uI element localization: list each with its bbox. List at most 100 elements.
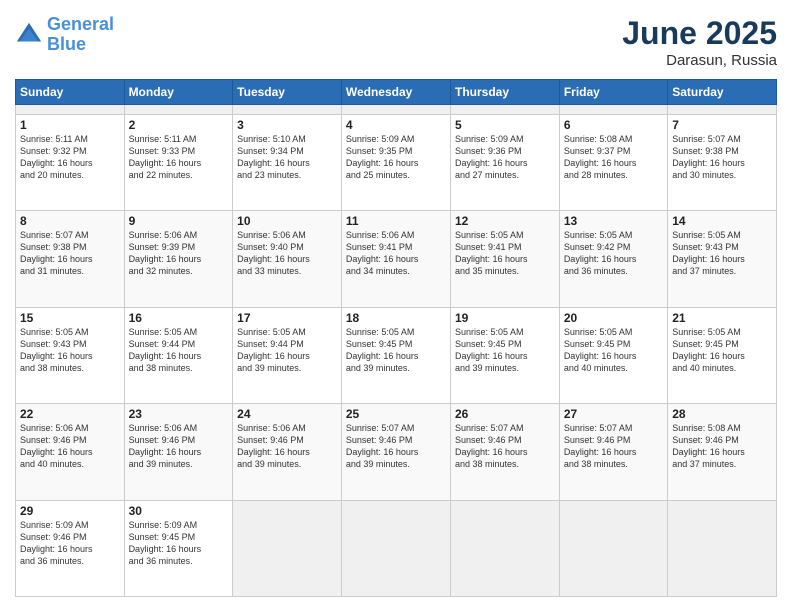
logo-text: General Blue [47, 15, 114, 55]
day-number: 15 [20, 311, 120, 325]
day-number: 10 [237, 214, 337, 228]
day-info: Sunrise: 5:06 AM Sunset: 9:40 PM Dayligh… [237, 229, 337, 278]
calendar-day-cell: 30Sunrise: 5:09 AM Sunset: 9:45 PM Dayli… [124, 500, 233, 597]
calendar-day-cell [233, 105, 342, 115]
calendar-day-cell [450, 105, 559, 115]
calendar-day-cell: 24Sunrise: 5:06 AM Sunset: 9:46 PM Dayli… [233, 404, 342, 500]
calendar-day-cell: 1Sunrise: 5:11 AM Sunset: 9:32 PM Daylig… [16, 114, 125, 210]
logo-line1: General [47, 14, 114, 34]
calendar: SundayMondayTuesdayWednesdayThursdayFrid… [15, 79, 777, 597]
calendar-day-cell [233, 500, 342, 597]
day-number: 6 [564, 118, 663, 132]
calendar-day-cell: 25Sunrise: 5:07 AM Sunset: 9:46 PM Dayli… [341, 404, 450, 500]
day-number: 7 [672, 118, 772, 132]
calendar-day-cell: 10Sunrise: 5:06 AM Sunset: 9:40 PM Dayli… [233, 211, 342, 307]
day-info: Sunrise: 5:07 AM Sunset: 9:46 PM Dayligh… [346, 422, 446, 471]
day-info: Sunrise: 5:11 AM Sunset: 9:32 PM Dayligh… [20, 133, 120, 182]
day-info: Sunrise: 5:09 AM Sunset: 9:46 PM Dayligh… [20, 519, 120, 568]
day-info: Sunrise: 5:05 AM Sunset: 9:45 PM Dayligh… [455, 326, 555, 375]
calendar-day-cell: 17Sunrise: 5:05 AM Sunset: 9:44 PM Dayli… [233, 307, 342, 403]
day-number: 1 [20, 118, 120, 132]
calendar-week-row: 1Sunrise: 5:11 AM Sunset: 9:32 PM Daylig… [16, 114, 777, 210]
calendar-day-cell: 6Sunrise: 5:08 AM Sunset: 9:37 PM Daylig… [559, 114, 667, 210]
calendar-day-cell: 7Sunrise: 5:07 AM Sunset: 9:38 PM Daylig… [668, 114, 777, 210]
calendar-day-cell: 15Sunrise: 5:05 AM Sunset: 9:43 PM Dayli… [16, 307, 125, 403]
calendar-day-cell: 16Sunrise: 5:05 AM Sunset: 9:44 PM Dayli… [124, 307, 233, 403]
title-block: June 2025 Darasun, Russia [622, 15, 777, 69]
calendar-day-cell: 27Sunrise: 5:07 AM Sunset: 9:46 PM Dayli… [559, 404, 667, 500]
day-info: Sunrise: 5:06 AM Sunset: 9:41 PM Dayligh… [346, 229, 446, 278]
day-number: 18 [346, 311, 446, 325]
day-info: Sunrise: 5:05 AM Sunset: 9:43 PM Dayligh… [672, 229, 772, 278]
calendar-day-cell: 3Sunrise: 5:10 AM Sunset: 9:34 PM Daylig… [233, 114, 342, 210]
calendar-day-cell [668, 105, 777, 115]
day-info: Sunrise: 5:09 AM Sunset: 9:35 PM Dayligh… [346, 133, 446, 182]
day-number: 8 [20, 214, 120, 228]
day-number: 19 [455, 311, 555, 325]
day-number: 2 [129, 118, 229, 132]
day-of-week-header: Sunday [16, 80, 125, 105]
calendar-day-cell: 21Sunrise: 5:05 AM Sunset: 9:45 PM Dayli… [668, 307, 777, 403]
day-number: 16 [129, 311, 229, 325]
day-info: Sunrise: 5:10 AM Sunset: 9:34 PM Dayligh… [237, 133, 337, 182]
day-number: 14 [672, 214, 772, 228]
calendar-day-cell [559, 105, 667, 115]
day-info: Sunrise: 5:05 AM Sunset: 9:45 PM Dayligh… [672, 326, 772, 375]
calendar-week-row: 22Sunrise: 5:06 AM Sunset: 9:46 PM Dayli… [16, 404, 777, 500]
day-number: 30 [129, 504, 229, 518]
calendar-day-cell: 23Sunrise: 5:06 AM Sunset: 9:46 PM Dayli… [124, 404, 233, 500]
day-info: Sunrise: 5:07 AM Sunset: 9:38 PM Dayligh… [20, 229, 120, 278]
day-number: 13 [564, 214, 663, 228]
location: Darasun, Russia [622, 52, 777, 69]
calendar-day-cell [450, 500, 559, 597]
calendar-week-row: 29Sunrise: 5:09 AM Sunset: 9:46 PM Dayli… [16, 500, 777, 597]
calendar-day-cell: 13Sunrise: 5:05 AM Sunset: 9:42 PM Dayli… [559, 211, 667, 307]
day-info: Sunrise: 5:06 AM Sunset: 9:46 PM Dayligh… [20, 422, 120, 471]
calendar-day-cell: 9Sunrise: 5:06 AM Sunset: 9:39 PM Daylig… [124, 211, 233, 307]
day-number: 25 [346, 407, 446, 421]
calendar-day-cell: 19Sunrise: 5:05 AM Sunset: 9:45 PM Dayli… [450, 307, 559, 403]
day-info: Sunrise: 5:11 AM Sunset: 9:33 PM Dayligh… [129, 133, 229, 182]
day-info: Sunrise: 5:06 AM Sunset: 9:46 PM Dayligh… [237, 422, 337, 471]
calendar-day-cell: 20Sunrise: 5:05 AM Sunset: 9:45 PM Dayli… [559, 307, 667, 403]
day-info: Sunrise: 5:05 AM Sunset: 9:44 PM Dayligh… [129, 326, 229, 375]
day-info: Sunrise: 5:08 AM Sunset: 9:37 PM Dayligh… [564, 133, 663, 182]
calendar-day-cell [124, 105, 233, 115]
calendar-day-cell: 4Sunrise: 5:09 AM Sunset: 9:35 PM Daylig… [341, 114, 450, 210]
day-number: 29 [20, 504, 120, 518]
calendar-week-row: 15Sunrise: 5:05 AM Sunset: 9:43 PM Dayli… [16, 307, 777, 403]
day-number: 3 [237, 118, 337, 132]
calendar-day-cell: 2Sunrise: 5:11 AM Sunset: 9:33 PM Daylig… [124, 114, 233, 210]
day-number: 22 [20, 407, 120, 421]
calendar-day-cell [341, 105, 450, 115]
day-number: 24 [237, 407, 337, 421]
day-info: Sunrise: 5:08 AM Sunset: 9:46 PM Dayligh… [672, 422, 772, 471]
day-number: 21 [672, 311, 772, 325]
day-info: Sunrise: 5:09 AM Sunset: 9:36 PM Dayligh… [455, 133, 555, 182]
day-number: 26 [455, 407, 555, 421]
day-info: Sunrise: 5:05 AM Sunset: 9:45 PM Dayligh… [564, 326, 663, 375]
calendar-day-cell: 18Sunrise: 5:05 AM Sunset: 9:45 PM Dayli… [341, 307, 450, 403]
day-of-week-header: Friday [559, 80, 667, 105]
calendar-day-cell [16, 105, 125, 115]
day-info: Sunrise: 5:06 AM Sunset: 9:46 PM Dayligh… [129, 422, 229, 471]
month-title: June 2025 [622, 15, 777, 52]
day-number: 28 [672, 407, 772, 421]
day-info: Sunrise: 5:09 AM Sunset: 9:45 PM Dayligh… [129, 519, 229, 568]
calendar-day-cell: 28Sunrise: 5:08 AM Sunset: 9:46 PM Dayli… [668, 404, 777, 500]
day-info: Sunrise: 5:07 AM Sunset: 9:46 PM Dayligh… [455, 422, 555, 471]
day-info: Sunrise: 5:06 AM Sunset: 9:39 PM Dayligh… [129, 229, 229, 278]
day-number: 4 [346, 118, 446, 132]
day-of-week-header: Saturday [668, 80, 777, 105]
day-info: Sunrise: 5:07 AM Sunset: 9:38 PM Dayligh… [672, 133, 772, 182]
day-info: Sunrise: 5:07 AM Sunset: 9:46 PM Dayligh… [564, 422, 663, 471]
day-number: 11 [346, 214, 446, 228]
day-info: Sunrise: 5:05 AM Sunset: 9:43 PM Dayligh… [20, 326, 120, 375]
logo-line2: Blue [47, 34, 86, 54]
calendar-day-cell: 14Sunrise: 5:05 AM Sunset: 9:43 PM Dayli… [668, 211, 777, 307]
day-info: Sunrise: 5:05 AM Sunset: 9:42 PM Dayligh… [564, 229, 663, 278]
calendar-day-cell [341, 500, 450, 597]
page: General Blue June 2025 Darasun, Russia S… [0, 0, 792, 612]
day-of-week-header: Wednesday [341, 80, 450, 105]
day-of-week-header: Thursday [450, 80, 559, 105]
